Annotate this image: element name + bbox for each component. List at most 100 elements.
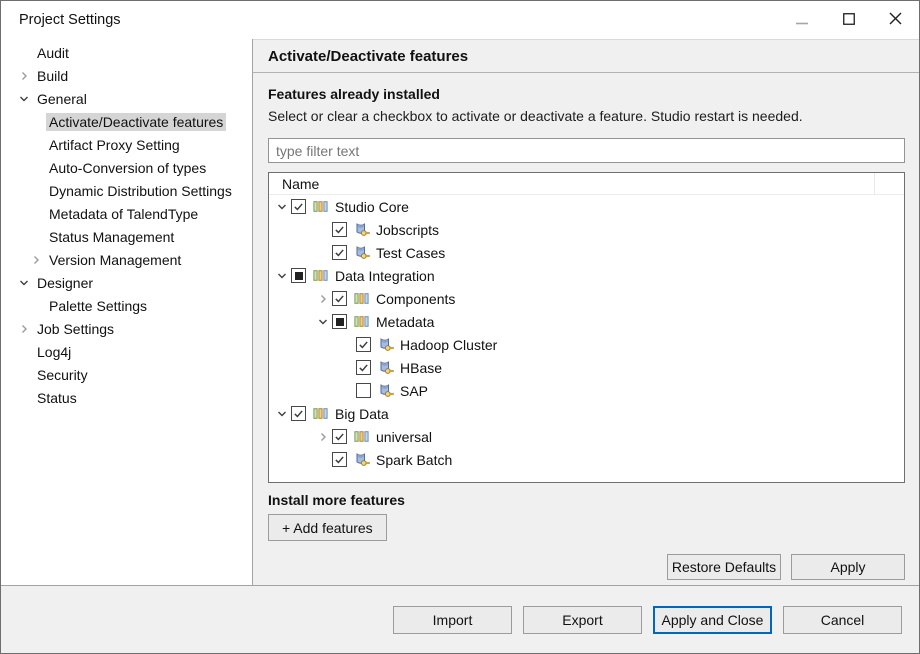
feature-checkbox-checked[interactable] (332, 291, 347, 306)
feature-label: Big Data (333, 406, 391, 422)
chevron-down-icon[interactable] (314, 317, 332, 327)
feature-checkbox-unchecked[interactable] (356, 383, 371, 398)
sidebar-item-label: Designer (34, 274, 96, 292)
feature-rows: Studio Core Jobscripts Test Cases Data Inte… (269, 195, 904, 471)
feature-label: Spark Batch (374, 452, 454, 468)
sidebar-item-auto-conversion-of-types[interactable]: Auto-Conversion of types (1, 156, 252, 179)
sidebar-item-log4j[interactable]: Log4j (1, 340, 252, 363)
feature-checkbox-partial[interactable] (332, 314, 347, 329)
sidebar-item-status[interactable]: Status (1, 386, 252, 409)
sidebar-item-artifact-proxy-setting[interactable]: Artifact Proxy Setting (1, 133, 252, 156)
feature-checkbox-checked[interactable] (356, 360, 371, 375)
sidebar-item-status-management[interactable]: Status Management (1, 225, 252, 248)
feature-row-metadata[interactable]: Metadata (269, 310, 904, 333)
sidebar-item-job-settings[interactable]: Job Settings (1, 317, 252, 340)
sidebar-item-label: General (34, 90, 90, 108)
minimize-button[interactable] (778, 1, 825, 39)
panel-actions: Restore Defaults Apply (268, 554, 905, 580)
feature-row-universal[interactable]: universal (269, 425, 904, 448)
sidebar-item-label: Dynamic Distribution Settings (46, 182, 235, 200)
sidebar-item-metadata-of-talendtype[interactable]: Metadata of TalendType (1, 202, 252, 225)
column-divider[interactable] (874, 173, 875, 194)
chevron-down-icon[interactable] (273, 271, 291, 281)
feature-row-hbase[interactable]: HBase (269, 356, 904, 379)
tree-column-header[interactable]: Name (269, 173, 904, 195)
minimize-icon (796, 13, 808, 28)
window-title: Project Settings (19, 12, 121, 28)
feature-row-test-cases[interactable]: Test Cases (269, 241, 904, 264)
feature-label: Data Integration (333, 268, 437, 284)
chevron-right-icon[interactable] (314, 432, 332, 442)
sidebar-item-label: Activate/Deactivate features (46, 113, 226, 131)
sidebar-item-label: Version Management (46, 251, 184, 269)
filter-input[interactable] (268, 138, 905, 163)
chevron-down-icon[interactable] (14, 278, 34, 288)
sidebar-item-label: Auto-Conversion of types (46, 159, 209, 177)
restore-defaults-button[interactable]: Restore Defaults (667, 554, 781, 580)
dialog-body: AuditBuild General Activate/Deactivate fea… (1, 39, 919, 585)
feature-checkbox-partial[interactable] (291, 268, 306, 283)
feature-label: Hadoop Cluster (398, 337, 499, 353)
add-features-button[interactable]: + Add features (268, 514, 387, 541)
feature-label: Components (374, 291, 457, 307)
feature-row-hadoop-cluster[interactable]: Hadoop Cluster (269, 333, 904, 356)
feature-checkbox-checked[interactable] (332, 222, 347, 237)
panel-content: Features already installed Select or cle… (253, 73, 919, 585)
panel-header: Activate/Deactivate features (253, 40, 919, 73)
sidebar-item-activate-deactivate-features[interactable]: Activate/Deactivate features (1, 110, 252, 133)
panel-title: Activate/Deactivate features (268, 48, 468, 65)
window-controls (778, 1, 919, 39)
chevron-down-icon[interactable] (14, 94, 34, 104)
features-tree: Name Studio Core Jobscripts Test Cases Data… (268, 172, 905, 483)
maximize-button[interactable] (825, 1, 872, 39)
sidebar-item-label: Artifact Proxy Setting (46, 136, 183, 154)
import-button[interactable]: Import (393, 606, 512, 634)
feature-row-jobscripts[interactable]: Jobscripts (269, 218, 904, 241)
feature-label: Test Cases (374, 245, 447, 261)
close-button[interactable] (872, 1, 919, 39)
sidebar-item-build[interactable]: Build (1, 64, 252, 87)
feature-row-data-integration[interactable]: Data Integration (269, 264, 904, 287)
sidebar-item-version-management[interactable]: Version Management (1, 248, 252, 271)
close-icon (889, 12, 902, 28)
sidebar-item-designer[interactable]: Designer (1, 271, 252, 294)
apply-and-close-button[interactable]: Apply and Close (653, 606, 772, 634)
sidebar-item-audit[interactable]: Audit (1, 41, 252, 64)
category-icon (312, 269, 329, 282)
chevron-down-icon[interactable] (273, 202, 291, 212)
feature-row-components[interactable]: Components (269, 287, 904, 310)
feature-label: Studio Core (333, 199, 411, 215)
feature-checkbox-checked[interactable] (332, 429, 347, 444)
category-icon (312, 200, 329, 213)
chevron-down-icon[interactable] (273, 409, 291, 419)
sidebar-item-palette-settings[interactable]: Palette Settings (1, 294, 252, 317)
install-more-title: Install more features (268, 491, 905, 509)
feature-checkbox-checked[interactable] (356, 337, 371, 352)
chevron-right-icon[interactable] (314, 294, 332, 304)
chevron-right-icon[interactable] (14, 71, 34, 81)
feature-checkbox-checked[interactable] (291, 199, 306, 214)
settings-tree-sidebar: AuditBuild General Activate/Deactivate fea… (1, 39, 253, 585)
feature-checkbox-checked[interactable] (332, 245, 347, 260)
apply-button[interactable]: Apply (791, 554, 905, 580)
sidebar-item-security[interactable]: Security (1, 363, 252, 386)
feature-label: Metadata (374, 314, 436, 330)
feature-row-big-data[interactable]: Big Data (269, 402, 904, 425)
plugin-icon (377, 360, 394, 375)
feature-row-spark-batch[interactable]: Spark Batch (269, 448, 904, 471)
feature-row-sap[interactable]: SAP (269, 379, 904, 402)
feature-row-studio-core[interactable]: Studio Core (269, 195, 904, 218)
sidebar-item-dynamic-distribution-settings[interactable]: Dynamic Distribution Settings (1, 179, 252, 202)
maximize-icon (843, 13, 855, 28)
features-installed-title: Features already installed (268, 85, 905, 103)
export-button[interactable]: Export (523, 606, 642, 634)
chevron-right-icon[interactable] (26, 255, 46, 265)
chevron-right-icon[interactable] (14, 324, 34, 334)
sidebar-item-general[interactable]: General (1, 87, 252, 110)
cancel-button[interactable]: Cancel (783, 606, 902, 634)
sidebar-item-label: Log4j (34, 343, 74, 361)
plugin-icon (353, 245, 370, 260)
feature-checkbox-checked[interactable] (332, 452, 347, 467)
feature-checkbox-checked[interactable] (291, 406, 306, 421)
project-settings-dialog: Project Settings AuditBuild General Activa… (0, 0, 920, 654)
